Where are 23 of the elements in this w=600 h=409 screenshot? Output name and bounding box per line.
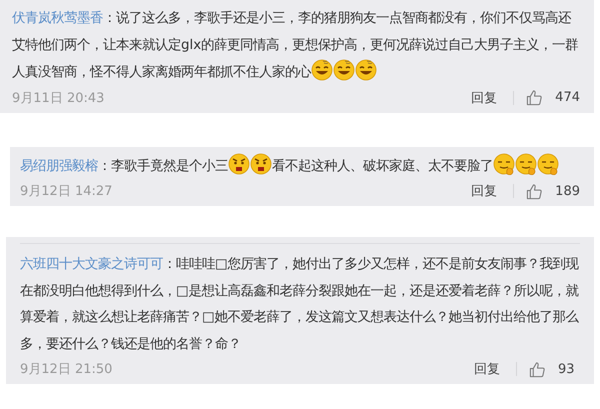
reply-link[interactable]: 回复	[471, 88, 498, 106]
smirking-face-icon	[515, 152, 537, 174]
timestamp: 9月11日 20:43	[12, 90, 104, 106]
comment-text: 伏青岚秋莺墨香：说了这么多，李歌手还是小三，李的猪朋狗友一点智商都没有，你们不仅骂高还艾特他们两个，让本来就认定glx的薛更同情高，更想保护高，更何况薛说过自己大男子主义，一群人真没智商，怪不得人家离婚两年都抓不住人家的心	[12, 10, 580, 83]
like-count: 474	[555, 90, 580, 105]
smirking-face-icon	[493, 152, 515, 174]
reply-link[interactable]: 回复	[474, 360, 500, 378]
comment-text: 六班四十大文豪之诗可可：哇哇哇□您厉害了，她付出了多少又怎样，还不是前女友闹事？我到现在都没明白他想得到什么，□是想让高磊鑫和老薛分裂跟她在一起，还是还爱着老薛？所以呢，就算爱着，就这么想让老薛痛苦？□她不爱老薛了，发这篇文又想表达什么？她当初付出给他了那么多，要还什么？钱还是他的名誉？命？	[20, 243, 580, 358]
laughing-face-icon	[311, 59, 333, 81]
like-count: 93	[558, 362, 576, 376]
comment-text: 易绍朋强毅榕：李歌手竟然是个小三 看不起这种人、破坏家庭、太不要脸了	[20, 152, 580, 180]
thumbs-up-icon[interactable]	[526, 89, 544, 106]
laughing-face-icon	[333, 59, 355, 81]
thumbs-up-icon[interactable]	[526, 182, 544, 200]
reply-link[interactable]: 回复	[471, 182, 498, 200]
timestamp: 9月12日 14:27	[20, 183, 112, 200]
laughing-face-icon	[355, 59, 377, 81]
angry-face-icon	[250, 152, 272, 174]
angry-face-icon	[228, 152, 250, 174]
thumbs-up-icon[interactable]	[529, 360, 546, 378]
smirking-face-icon	[537, 152, 559, 174]
like-count: 189	[555, 184, 580, 198]
timestamp: 9月12日 21:50	[20, 361, 112, 378]
